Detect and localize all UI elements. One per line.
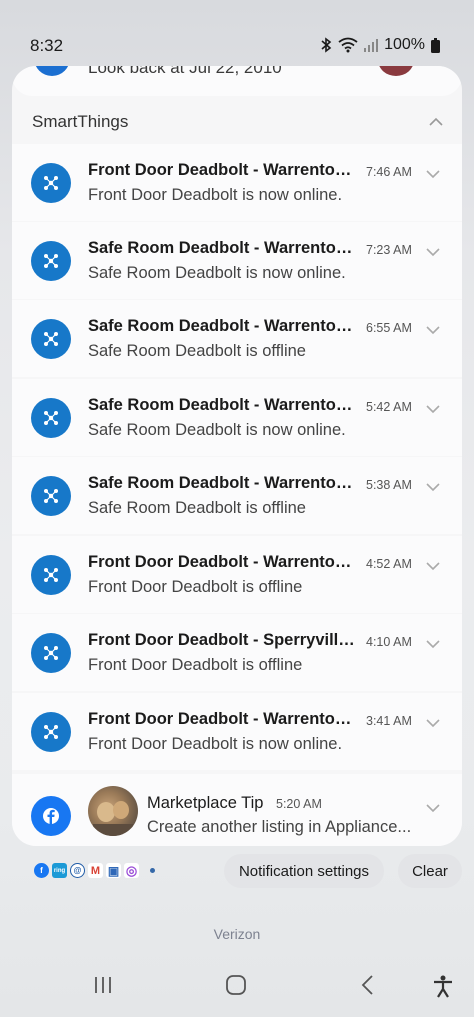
marketplace-notification[interactable]: Marketplace Tip 5:20 AM Create another l… — [12, 774, 462, 846]
notification-item[interactable]: Front Door Deadbolt - Warrenton... 7:46 … — [12, 144, 462, 221]
smartthings-icon — [31, 476, 71, 516]
notification-time: 5:38 AM — [366, 478, 412, 492]
notification-title: Front Door Deadbolt - Warrenton... — [88, 553, 356, 571]
facebook-icon — [31, 796, 71, 836]
clear-button[interactable]: Clear — [398, 854, 462, 888]
wifi-icon — [338, 37, 358, 53]
notification-title: Front Door Deadbolt - Sperryville... — [88, 631, 356, 649]
chevron-down-icon[interactable] — [426, 558, 440, 576]
facebook-icon: f — [34, 863, 49, 878]
notification-time: 7:46 AM — [366, 165, 412, 179]
chevron-down-icon[interactable] — [426, 244, 440, 262]
notification-settings-button[interactable]: Notification settings — [224, 854, 384, 888]
previous-notification[interactable]: Look back at Jul 22, 2010 — [12, 66, 462, 96]
collapsed-app-icons: f ring @ M ▣ ◎ — [34, 863, 155, 878]
notification-item[interactable]: Safe Room Deadbolt - Warrenton... 7:23 A… — [12, 222, 462, 299]
threads-icon: @ — [70, 863, 85, 878]
battery-icon — [431, 37, 440, 53]
back-button[interactable] — [360, 974, 376, 1001]
chevron-down-icon[interactable] — [426, 800, 440, 818]
notification-title: Front Door Deadbolt - Warrenton... — [88, 161, 356, 179]
notification-body: Front Door Deadbolt is now online. — [88, 735, 343, 753]
notification-body: Safe Room Deadbolt is now online. — [88, 264, 346, 282]
recent-apps-button[interactable] — [93, 974, 113, 1001]
marketplace-time: 5:20 AM — [276, 797, 322, 811]
notification-time: 7:23 AM — [366, 243, 412, 257]
thumbnail-image — [378, 66, 414, 76]
notification-body: Front Door Deadbolt is now online. — [88, 186, 343, 204]
signal-icon — [364, 38, 379, 52]
chevron-up-icon[interactable] — [428, 117, 444, 127]
status-time: 8:32 — [30, 36, 64, 55]
smartthings-icon — [31, 163, 71, 203]
chevron-down-icon[interactable] — [426, 715, 440, 733]
status-bar: 8:32 100% — [0, 0, 474, 64]
notification-panel: Look back at Jul 22, 2010 SmartThings Fr… — [12, 66, 462, 846]
carrier-label: Verizon — [213, 926, 261, 942]
notification-item[interactable]: Safe Room Deadbolt - Warrenton... 5:42 A… — [12, 379, 462, 456]
messenger-icon: ◎ — [124, 862, 139, 878]
bluetooth-icon — [320, 37, 332, 53]
navigation-bar — [0, 966, 474, 1006]
notification-footer: f ring @ M ▣ ◎ Notification settings Cle… — [0, 854, 474, 890]
smartthings-icon — [31, 712, 71, 752]
notification-body: Safe Room Deadbolt is offline — [88, 342, 306, 360]
smartthings-icon — [31, 398, 71, 438]
smartthings-icon — [31, 555, 71, 595]
notification-body: Safe Room Deadbolt is offline — [88, 499, 306, 517]
notification-time: 4:52 AM — [366, 557, 412, 571]
smartthings-group-header[interactable]: SmartThings — [12, 102, 462, 142]
listing-thumbnail — [88, 786, 138, 836]
chevron-down-icon[interactable] — [426, 322, 440, 340]
chevron-down-icon[interactable] — [426, 401, 440, 419]
notification-body: Front Door Deadbolt is offline — [88, 578, 303, 596]
group-title: SmartThings — [32, 112, 129, 131]
more-dot — [150, 868, 155, 873]
chevron-down-icon[interactable] — [426, 636, 440, 654]
notification-time: 4:10 AM — [366, 635, 412, 649]
smartthings-icon — [31, 319, 71, 359]
ring-icon: ring — [52, 863, 67, 878]
smartthings-icon — [31, 241, 71, 281]
smartthings-icon — [31, 633, 71, 673]
battery-percent: 100% — [384, 36, 425, 53]
notification-item[interactable]: Front Door Deadbolt - Sperryville... 4:1… — [12, 614, 462, 691]
gmail-icon: M — [88, 863, 103, 878]
home-button[interactable] — [225, 974, 247, 1001]
notification-body: Safe Room Deadbolt is now online. — [88, 421, 346, 439]
notification-time: 6:55 AM — [366, 321, 412, 335]
notification-item[interactable]: Front Door Deadbolt - Warrenton... 4:52 … — [12, 536, 462, 613]
previous-notification-text: Look back at Jul 22, 2010 — [88, 66, 282, 77]
chevron-down-icon[interactable] — [426, 166, 440, 184]
chevron-down-icon[interactable] — [426, 479, 440, 497]
gallery-icon: ▣ — [106, 863, 121, 878]
notification-time: 3:41 AM — [366, 714, 412, 728]
notification-title: Safe Room Deadbolt - Warrenton... — [88, 474, 356, 492]
notification-title: Front Door Deadbolt - Warrenton... — [88, 710, 356, 728]
status-icons: 100% — [320, 36, 440, 54]
notification-item[interactable]: Safe Room Deadbolt - Warrenton... 5:38 A… — [12, 457, 462, 534]
notification-item[interactable]: Front Door Deadbolt - Warrenton... 3:41 … — [12, 693, 462, 770]
accessibility-icon[interactable] — [432, 974, 454, 1003]
marketplace-title: Marketplace Tip — [147, 794, 264, 812]
marketplace-body: Create another listing in Appliance... — [147, 818, 412, 836]
notification-time: 5:42 AM — [366, 400, 412, 414]
notification-item[interactable]: Safe Room Deadbolt - Warrenton... 6:55 A… — [12, 300, 462, 377]
app-icon — [34, 66, 70, 76]
notification-body: Front Door Deadbolt is offline — [88, 656, 303, 674]
notification-title: Safe Room Deadbolt - Warrenton... — [88, 396, 356, 414]
notification-title: Safe Room Deadbolt - Warrenton... — [88, 317, 356, 335]
notification-title: Safe Room Deadbolt - Warrenton... — [88, 239, 356, 257]
